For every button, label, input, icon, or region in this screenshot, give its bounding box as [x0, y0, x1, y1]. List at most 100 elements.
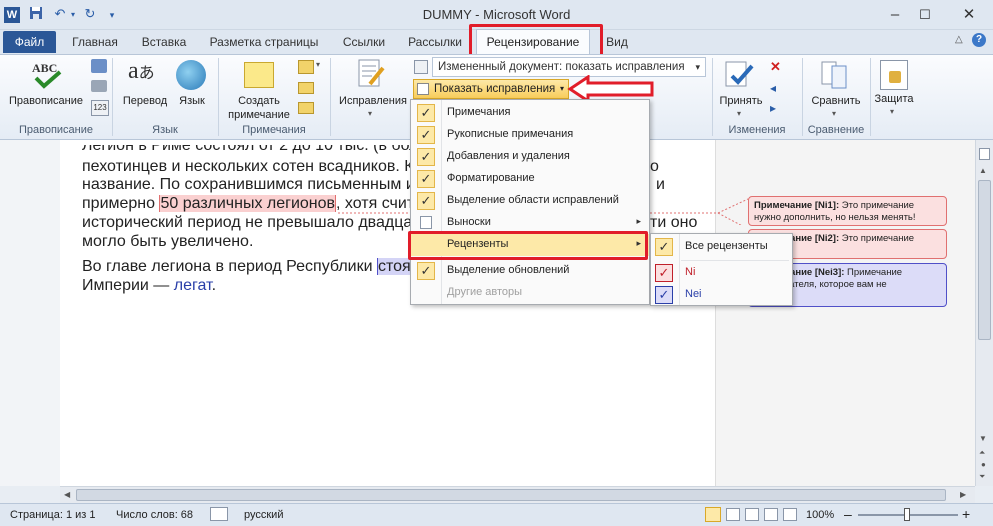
new-comment-button[interactable]: Создать примечание [222, 94, 296, 122]
zoom-slider-thumb[interactable] [904, 508, 910, 521]
separator [870, 58, 871, 136]
scroll-left-icon[interactable]: ◀ [64, 490, 70, 499]
scroll-thumb[interactable] [76, 489, 946, 501]
spelling-icon: ABC [30, 58, 64, 92]
protect-button[interactable]: Защита [872, 92, 916, 106]
submenu-item-reviewer-nei[interactable]: ✓ Nei [651, 284, 792, 306]
scroll-down-icon[interactable]: ▼ [979, 434, 987, 443]
browse-object-icon[interactable]: ● [981, 460, 986, 469]
separator [802, 58, 803, 136]
menu-item-highlight-updates[interactable]: ✓ Выделение обновлений [411, 260, 649, 282]
check-icon: ✓ [417, 192, 435, 210]
check-icon: ✓ [417, 104, 435, 122]
show-markup-dropdown-icon: ▾ [559, 84, 564, 93]
menu-item-ink[interactable]: ✓ Рукописные примечания [411, 124, 649, 146]
display-for-review-dropdown-icon[interactable]: ▾ [695, 58, 700, 76]
menu-item-formatting[interactable]: ✓ Форматирование [411, 168, 649, 190]
document-line: о [650, 158, 659, 175]
delete-comment-dropdown-icon[interactable]: ▾ [316, 60, 320, 69]
previous-change-icon[interactable]: ◂ [770, 82, 786, 94]
zoom-in-button[interactable]: + [962, 506, 970, 522]
menu-item-insertions-deletions[interactable]: ✓ Добавления и удаления [411, 146, 649, 168]
print-layout-icon[interactable] [705, 507, 721, 522]
tab-file[interactable]: Файл [3, 31, 56, 53]
proofing-status-icon[interactable] [210, 507, 228, 521]
revision-text[interactable]: легат [174, 277, 212, 294]
zoom-out-button[interactable]: – [844, 506, 852, 522]
zoom-level[interactable]: 100% [806, 509, 834, 521]
tab-references[interactable]: Ссылки [334, 30, 394, 54]
track-changes-dropdown-icon[interactable]: ▾ [368, 109, 372, 118]
language-status[interactable]: русский [244, 509, 283, 521]
thesaurus-icon[interactable] [91, 80, 107, 92]
show-markup-button[interactable]: Показать исправления ▾ [413, 79, 569, 99]
balloons-icon [420, 216, 432, 229]
display-for-review-select[interactable]: Измененный документ: показать исправлени… [432, 57, 706, 77]
web-layout-icon[interactable] [745, 508, 759, 521]
maximize-button[interactable]: ☐ [910, 4, 940, 26]
outline-icon[interactable] [764, 508, 778, 521]
previous-page-icon[interactable]: ⏶ [979, 448, 985, 458]
submenu-item-all-reviewers[interactable]: ✓ Все рецензенты [651, 236, 792, 258]
word-count[interactable]: Число слов: 68 [116, 509, 193, 521]
comment-balloon[interactable]: Примечание [Ni1]: Это примечание нужно д… [748, 196, 947, 226]
delete-comment-icon[interactable] [298, 60, 314, 74]
protect-dropdown-icon[interactable]: ▾ [890, 107, 894, 116]
horizontal-scrollbar[interactable]: ◀ ▶ [60, 486, 975, 503]
language-button[interactable]: Язык [172, 94, 212, 108]
vertical-scrollbar[interactable]: ▲ ▼ ⏶ ● ⏷ [975, 140, 993, 486]
full-screen-reading-icon[interactable] [726, 508, 740, 521]
reject-icon[interactable]: ✕ [770, 60, 786, 74]
display-for-review-value: Измененный документ: показать исправлени… [438, 61, 685, 73]
spelling-button[interactable]: Правописание [4, 94, 88, 108]
separator [330, 58, 331, 136]
commented-text[interactable]: 50 различных легионов [159, 195, 337, 212]
submenu-arrow-icon: ▸ [636, 216, 641, 226]
menu-item-comments[interactable]: ✓ Примечания [411, 102, 649, 124]
ruler-toggle-icon[interactable] [979, 148, 990, 160]
comment-text: Примечание [847, 267, 903, 278]
separator [218, 58, 219, 136]
previous-comment-icon[interactable] [298, 82, 314, 94]
track-changes-button[interactable]: Исправления [336, 94, 410, 108]
tab-insert[interactable]: Вставка [134, 30, 194, 54]
document-line: могло быть увеличено. [82, 233, 254, 250]
compare-icon [820, 60, 848, 90]
language-group-label: Язык [152, 124, 178, 136]
next-page-icon[interactable]: ⏷ [979, 472, 985, 482]
review-tab-highlight [469, 24, 603, 58]
minimize-button[interactable]: – [880, 4, 910, 26]
tab-mailings[interactable]: Рассылки [402, 30, 468, 54]
compare-group-label: Сравнение [807, 124, 865, 136]
next-comment-icon[interactable] [298, 102, 314, 114]
research-icon[interactable] [91, 59, 107, 73]
show-markup-icon [417, 83, 429, 95]
minimize-ribbon-icon[interactable]: △ [955, 34, 963, 45]
accept-dropdown-icon[interactable]: ▾ [737, 109, 741, 118]
submenu-item-reviewer-ni[interactable]: ✓ Ni [651, 262, 792, 284]
tab-page-layout[interactable]: Разметка страницы [202, 30, 326, 54]
check-icon: ✓ [417, 148, 435, 166]
document-line: Во главе легиона в период Республики сто… [82, 258, 411, 275]
translate-button[interactable]: Перевод [118, 94, 172, 108]
compare-dropdown-icon[interactable]: ▾ [832, 109, 836, 118]
check-icon: ✓ [655, 286, 673, 304]
tab-home[interactable]: Главная [64, 30, 126, 54]
word-count-icon[interactable]: 123 [91, 100, 109, 116]
help-icon[interactable]: ? [972, 33, 986, 47]
commented-text[interactable]: стоя [376, 258, 411, 275]
scroll-right-icon[interactable]: ▶ [960, 490, 966, 499]
protect-icon [880, 60, 908, 90]
menu-item-markup-area-highlight[interactable]: ✓ Выделение области исправлений [411, 190, 649, 212]
scroll-thumb[interactable] [978, 180, 991, 340]
compare-button[interactable]: Сравнить [804, 94, 868, 108]
check-icon: ✓ [417, 170, 435, 188]
accept-button[interactable]: Принять [714, 94, 768, 108]
scroll-up-icon[interactable]: ▲ [979, 166, 987, 175]
tab-view[interactable]: Вид [602, 30, 632, 54]
draft-icon[interactable] [783, 508, 797, 521]
next-change-icon[interactable]: ▸ [770, 102, 786, 114]
menu-item-other-authors: Другие авторы [447, 286, 523, 298]
page-count[interactable]: Страница: 1 из 1 [10, 509, 96, 521]
close-button[interactable]: ✕ [954, 4, 984, 26]
